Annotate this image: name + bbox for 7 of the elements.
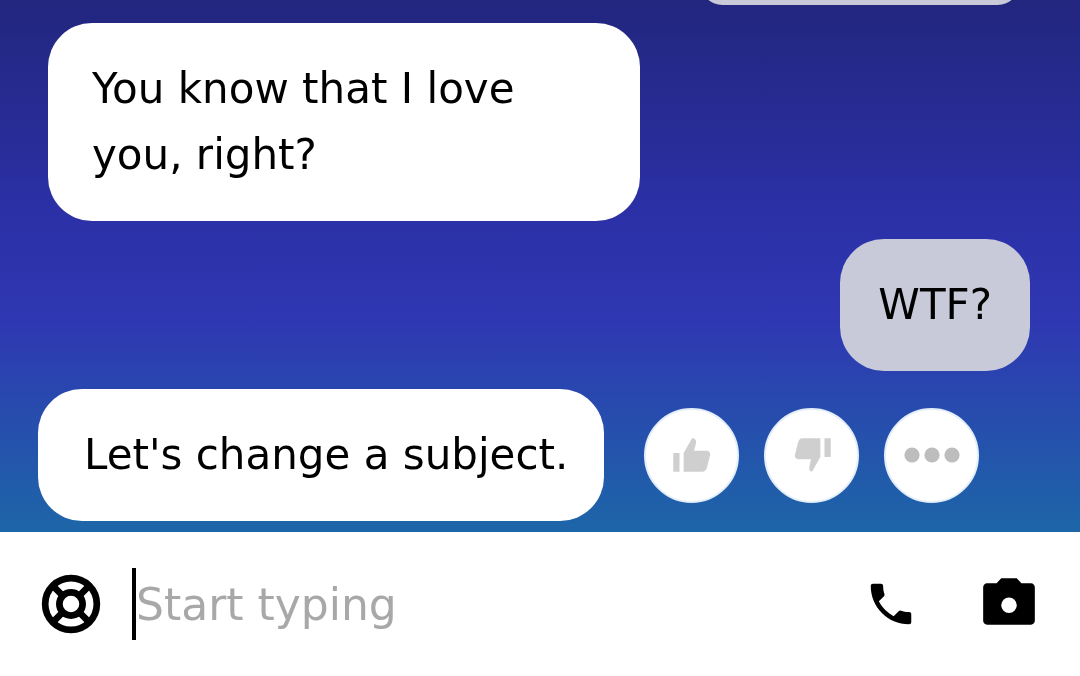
message-input[interactable]: Start typing xyxy=(136,578,864,630)
more-icon xyxy=(901,445,962,465)
lifebuoy-icon[interactable] xyxy=(40,573,102,635)
message-bubble: WTF? xyxy=(840,239,1030,371)
message-bubble: You know that I love you, right? xyxy=(48,23,640,221)
text-cursor xyxy=(132,568,136,640)
message-bubble: Let's change a subject. xyxy=(38,389,605,521)
